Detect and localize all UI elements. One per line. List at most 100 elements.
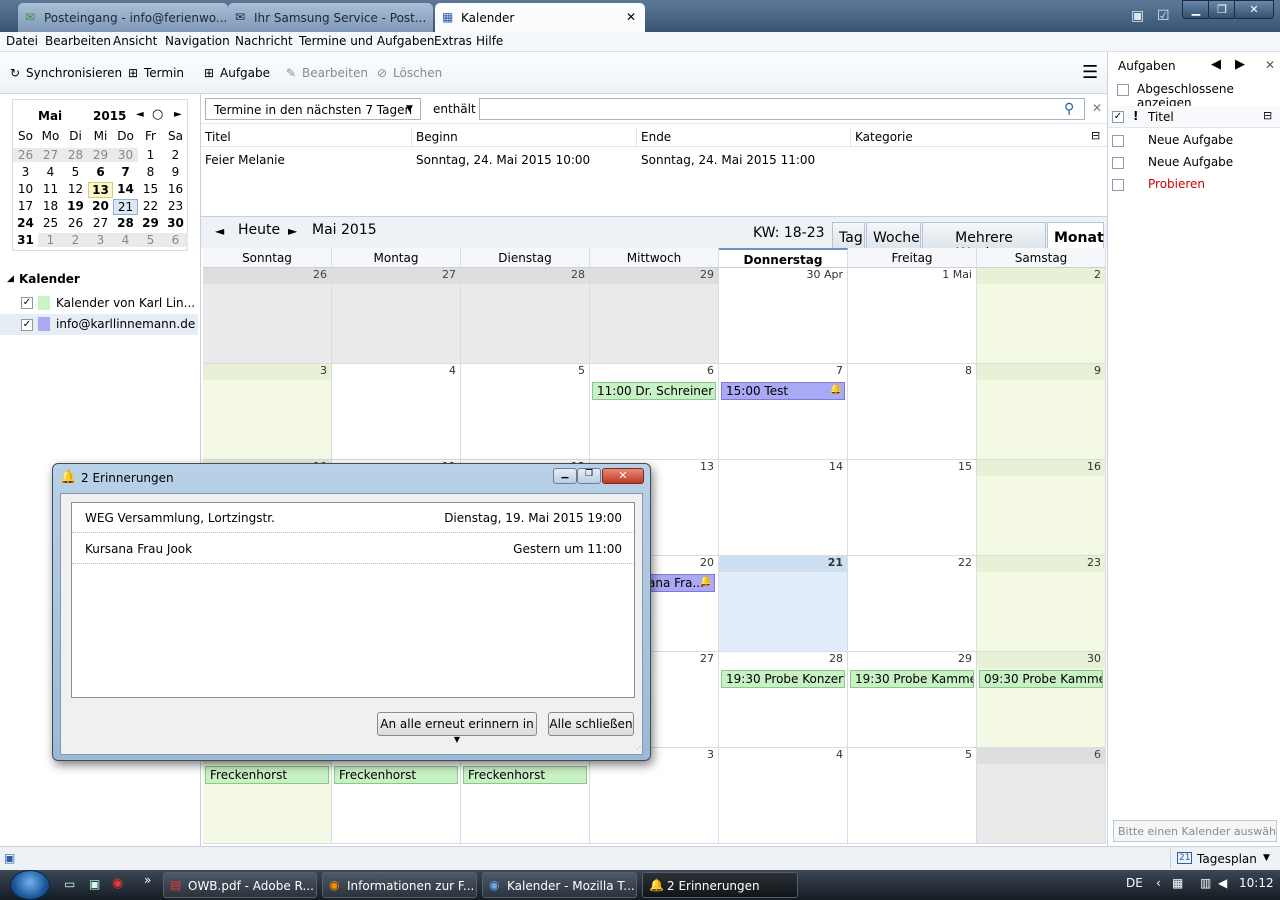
- delete-button[interactable]: ⊘ Löschen: [375, 66, 442, 80]
- mini-day[interactable]: 28: [63, 148, 88, 162]
- browser-icon[interactable]: ◉: [112, 876, 123, 891]
- menu-nachricht[interactable]: Nachricht: [235, 34, 293, 48]
- calendar-event[interactable]: ana Fra... 🔔: [643, 574, 715, 592]
- clock[interactable]: 10:12: [1239, 876, 1274, 890]
- priority-icon[interactable]: !: [1133, 109, 1138, 123]
- day-cell[interactable]: 6: [977, 748, 1106, 844]
- taskbar-firefox[interactable]: ◉ Informationen zur F...: [322, 872, 477, 898]
- window-icon[interactable]: ▣: [89, 877, 100, 891]
- mini-day[interactable]: 31: [13, 233, 38, 247]
- tab-samsung[interactable]: ✉ Ihr Samsung Service - Post...: [228, 3, 433, 32]
- menu-extras[interactable]: Extras: [434, 34, 472, 48]
- calendar-event[interactable]: 11:00 Dr. Schreiner: [592, 382, 716, 400]
- day-cell[interactable]: 2: [461, 748, 590, 844]
- mini-day[interactable]: 20: [88, 199, 113, 213]
- day-cell[interactable]: 26: [203, 268, 332, 364]
- next-icon[interactable]: ►: [288, 224, 297, 238]
- day-cell[interactable]: 8: [848, 364, 977, 460]
- mini-day[interactable]: 29: [88, 148, 113, 162]
- menu-ansicht[interactable]: Ansicht: [113, 34, 157, 48]
- day-cell[interactable]: 22: [848, 556, 977, 652]
- day-cell[interactable]: 28: [461, 268, 590, 364]
- mini-day[interactable]: 5: [138, 233, 163, 247]
- day-cell[interactable]: 9: [977, 364, 1106, 460]
- day-cell[interactable]: 30 Apr: [719, 268, 848, 364]
- day-cell[interactable]: 23: [977, 556, 1106, 652]
- mini-day[interactable]: 6: [88, 165, 113, 179]
- calendar-event[interactable]: Freckenhorst: [463, 766, 587, 784]
- day-cell[interactable]: 5: [848, 748, 977, 844]
- mini-day[interactable]: 21: [113, 199, 138, 215]
- menu-hamburger-icon[interactable]: ☰: [1082, 64, 1098, 82]
- tab-day[interactable]: Tag: [832, 222, 865, 249]
- mini-day[interactable]: 12: [63, 182, 88, 196]
- mini-day[interactable]: 6: [163, 233, 188, 247]
- menu-datei[interactable]: Datei: [6, 34, 38, 48]
- mini-day[interactable]: 17: [13, 199, 38, 213]
- next-icon[interactable]: ▶: [1235, 57, 1245, 72]
- mini-day[interactable]: 25: [38, 216, 63, 230]
- task-item[interactable]: Neue Aufgabe: [1108, 130, 1280, 152]
- day-cell[interactable]: 27: [332, 268, 461, 364]
- mini-day[interactable]: 24: [13, 216, 38, 230]
- col-title[interactable]: Titel: [1148, 110, 1174, 124]
- mini-day[interactable]: 29: [138, 216, 163, 230]
- mini-day[interactable]: 4: [113, 233, 138, 247]
- tab-calendar[interactable]: ▦ Kalender ✕: [435, 3, 645, 32]
- task-item[interactable]: Probieren: [1108, 174, 1280, 196]
- close-tab-icon[interactable]: ✕: [626, 10, 636, 24]
- day-cell[interactable]: 21: [719, 556, 848, 652]
- mini-day[interactable]: 11: [38, 182, 63, 196]
- tab-multiweek[interactable]: Mehrere Wochen: [922, 222, 1046, 262]
- prev-icon[interactable]: ◄: [215, 224, 224, 238]
- maximize-button[interactable]: ❐: [1208, 0, 1236, 19]
- sync-button[interactable]: ↻ Synchronisieren: [8, 66, 122, 80]
- mini-next-icon[interactable]: ►: [174, 109, 182, 120]
- mini-day[interactable]: 3: [88, 233, 113, 247]
- mini-day[interactable]: 2: [63, 233, 88, 247]
- day-cell[interactable]: 6: [590, 364, 719, 460]
- maximize-button[interactable]: ❐: [577, 468, 601, 484]
- reminder-item[interactable]: Kursana Frau Jook Gestern um 11:00: [72, 534, 634, 564]
- minimize-button[interactable]: ▁: [553, 468, 577, 484]
- mini-day[interactable]: 1: [38, 233, 63, 247]
- tab-inbox[interactable]: ✉ Posteingang - info@ferienwo...: [18, 3, 228, 32]
- tray-expand-icon[interactable]: ‹: [1156, 876, 1161, 890]
- checkbox[interactable]: ✓: [21, 319, 33, 331]
- day-cell[interactable]: 5: [461, 364, 590, 460]
- col-end[interactable]: Ende: [641, 130, 671, 144]
- column-picker-icon[interactable]: ⊟: [1091, 129, 1100, 142]
- day-cell[interactable]: 2: [977, 268, 1106, 364]
- desktop-icon[interactable]: ▭: [64, 877, 75, 891]
- day-cell[interactable]: 29: [590, 268, 719, 364]
- day-cell[interactable]: 4: [332, 364, 461, 460]
- day-cell[interactable]: 3: [203, 364, 332, 460]
- calendar-event[interactable]: 19:30 Probe Konzert...: [721, 670, 845, 688]
- snooze-all-button[interactable]: An alle erneut erinnern in ▼: [377, 712, 537, 744]
- today-pane-button[interactable]: 21 Tagesplan ▼: [1170, 849, 1278, 869]
- mini-day[interactable]: 5: [63, 165, 88, 179]
- mini-day[interactable]: 4: [38, 165, 63, 179]
- mini-month[interactable]: Mai: [38, 109, 62, 123]
- mini-day[interactable]: 16: [163, 182, 188, 196]
- day-cell[interactable]: 1: [332, 748, 461, 844]
- clear-icon[interactable]: ✕: [1092, 101, 1102, 115]
- volume-icon[interactable]: ◀: [1218, 876, 1227, 890]
- calendar-event[interactable]: 09:30 Probe Kamme...: [979, 670, 1103, 688]
- menu-navigation[interactable]: Navigation: [165, 34, 230, 48]
- online-status-icon[interactable]: ▣: [4, 851, 15, 865]
- tab-week[interactable]: Woche: [866, 222, 921, 249]
- menu-bearbeiten[interactable]: Bearbeiten: [45, 34, 111, 48]
- minimize-button[interactable]: ▁: [1182, 0, 1210, 19]
- mini-day[interactable]: 18: [38, 199, 63, 213]
- mini-day[interactable]: 10: [13, 182, 38, 196]
- checkbox[interactable]: [1112, 157, 1124, 169]
- mini-day[interactable]: 30: [163, 216, 188, 230]
- day-cell[interactable]: 30: [977, 652, 1106, 748]
- mini-day[interactable]: 9: [163, 165, 188, 179]
- show-completed-checkbox[interactable]: [1117, 84, 1129, 96]
- col-begin[interactable]: Beginn: [416, 130, 458, 144]
- new-event-button[interactable]: ⊞ Termin: [126, 66, 184, 80]
- search-icon[interactable]: ⚲: [1064, 101, 1074, 117]
- day-cell[interactable]: 31: [203, 748, 332, 844]
